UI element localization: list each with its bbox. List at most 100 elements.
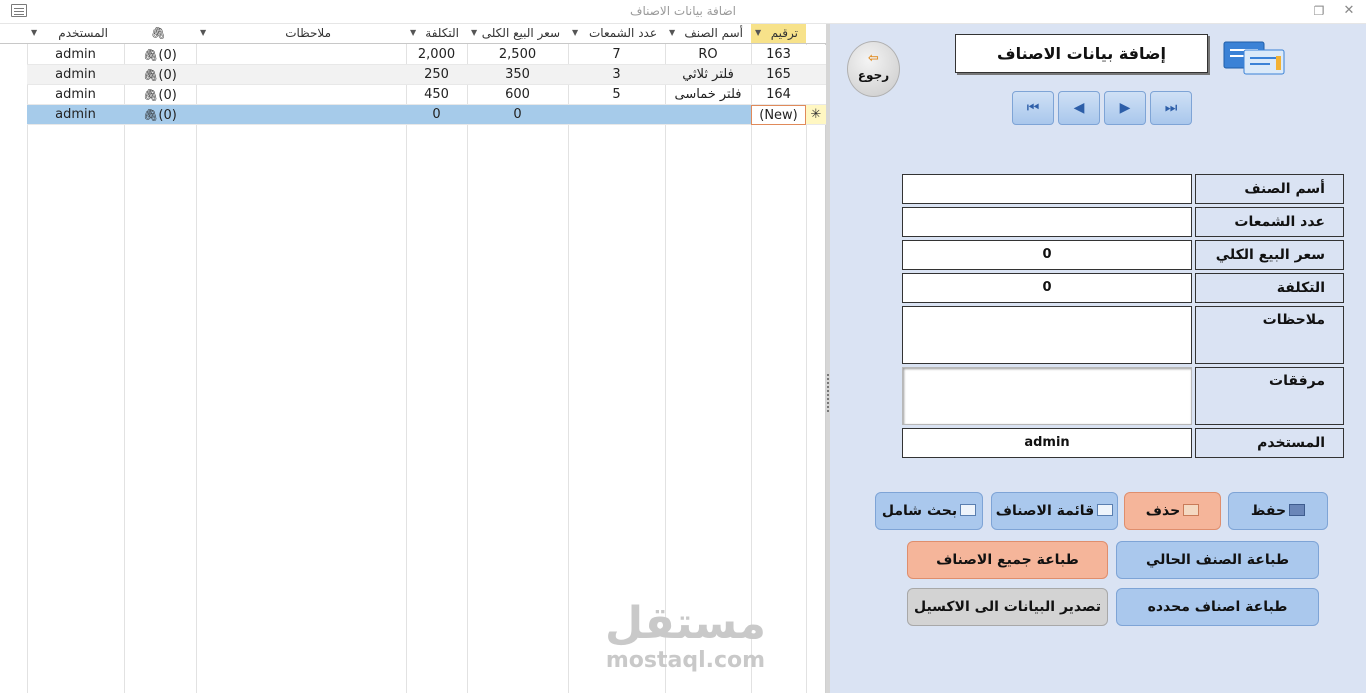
print-selected-button[interactable]: طباعة اصناف محدده xyxy=(1116,588,1319,626)
previous-record-button[interactable]: ◀ xyxy=(1058,91,1100,125)
column-header-user[interactable]: المستخدم ▼ xyxy=(27,24,124,44)
paperclip-icon: 🖇 xyxy=(150,26,166,40)
table-cell-candles[interactable]: 3 xyxy=(568,65,665,85)
window-titlebar: اضافة بيانات الاصناف ❐ ✕ xyxy=(0,0,1366,24)
previous-record-icon: ◀ xyxy=(1073,100,1085,116)
table-cell-user[interactable]: admin xyxy=(27,45,124,65)
form-icon xyxy=(960,504,977,516)
field-label-price: سعر البيع الكلي xyxy=(1195,240,1344,270)
table-cell-candles[interactable]: 7 xyxy=(568,45,665,65)
print-all-button[interactable]: طباعة جميع الاصناف xyxy=(907,541,1108,579)
column-header-candles[interactable]: عدد الشمعات ▼ xyxy=(568,24,665,44)
form-logo-icon xyxy=(1223,41,1285,75)
last-record-button[interactable]: ⏭ xyxy=(1150,91,1192,125)
back-arrow-icon: ⇦ xyxy=(868,51,879,66)
table-cell-attachments[interactable]: 🖇(0) xyxy=(124,65,196,85)
column-header-cost[interactable]: التكلفة ▼ xyxy=(406,24,467,44)
user-input[interactable]: admin xyxy=(902,428,1192,458)
record-selector[interactable] xyxy=(806,65,826,85)
field-label-user: المستخدم xyxy=(1195,428,1344,458)
field-label-candles: عدد الشمعات xyxy=(1195,207,1344,237)
table-cell-cost[interactable]: 450 xyxy=(406,85,467,105)
table-cell-id-new[interactable]: (New) xyxy=(751,105,806,125)
column-header-name[interactable]: أسم الصنف ▼ xyxy=(665,24,751,44)
dropdown-arrow-icon: ▼ xyxy=(410,28,417,37)
candles-input[interactable] xyxy=(902,207,1192,237)
paperclip-icon: 🖇 xyxy=(143,68,159,82)
watermark: مستقل mostaql.com xyxy=(605,598,766,674)
table-cell-candles[interactable]: 5 xyxy=(568,85,665,105)
table-cell-id[interactable]: 164 xyxy=(751,85,806,105)
restore-icon[interactable]: ❐ xyxy=(1312,4,1326,18)
form-title: إضافة بيانات الاصناف xyxy=(955,34,1208,73)
table-cell-user[interactable]: admin xyxy=(27,65,124,85)
field-label-notes: ملاحظات xyxy=(1195,306,1344,364)
paperclip-icon: 🖇 xyxy=(143,88,159,102)
price-input[interactable]: 0 xyxy=(902,240,1192,270)
window-title: اضافة بيانات الاصناف xyxy=(630,4,736,18)
first-record-button[interactable]: ⏮ xyxy=(1012,91,1054,125)
dropdown-arrow-icon: ▼ xyxy=(31,28,38,37)
delete-icon xyxy=(1183,504,1200,516)
close-icon[interactable]: ✕ xyxy=(1342,4,1356,18)
form-icon xyxy=(1097,504,1114,516)
column-header-price[interactable]: سعر البيع الكلى ▼ xyxy=(467,24,568,44)
table-cell-price[interactable]: 350 xyxy=(467,65,568,85)
dropdown-arrow-icon: ▼ xyxy=(572,28,579,37)
table-cell-name[interactable]: RO xyxy=(665,45,751,65)
select-all-corner[interactable] xyxy=(806,24,826,44)
table-cell-name[interactable]: فلتر ثلاثي xyxy=(665,65,751,85)
header-spacer xyxy=(0,24,27,44)
print-current-button[interactable]: طباعة الصنف الحالي xyxy=(1116,541,1319,579)
table-cell-attachments-new[interactable]: 🖇(0) xyxy=(124,105,196,125)
delete-button[interactable]: حذف xyxy=(1124,492,1221,530)
save-icon xyxy=(1289,504,1306,516)
table-cell-user-new[interactable]: admin xyxy=(27,105,124,125)
record-selector[interactable] xyxy=(806,45,826,65)
next-record-icon: ▶ xyxy=(1119,100,1131,116)
item-form: ⇦ رجوع إضافة بيانات الاصناف ⏮ ◀ ▶ ⏭ أسم … xyxy=(830,24,1366,693)
column-header-attachments[interactable]: 🖇 xyxy=(124,24,196,44)
new-record-icon[interactable]: ✳ xyxy=(806,105,826,125)
paperclip-icon: 🖇 xyxy=(143,48,159,62)
dropdown-arrow-icon: ▼ xyxy=(669,28,676,37)
table-cell-id[interactable]: 163 xyxy=(751,45,806,65)
table-cell-id[interactable]: 165 xyxy=(751,65,806,85)
grip-icon xyxy=(827,374,829,414)
notes-input[interactable] xyxy=(902,306,1192,364)
cost-input[interactable]: 0 xyxy=(902,273,1192,303)
column-header-id[interactable]: ترقيم ▼ xyxy=(751,24,806,44)
table-cell-cost-new[interactable]: 0 xyxy=(406,105,467,125)
items-list-button[interactable]: قائمة الاصناف xyxy=(991,492,1118,530)
table-cell-price[interactable]: 600 xyxy=(467,85,568,105)
column-header-notes[interactable]: ملاحظات ▼ xyxy=(196,24,406,44)
table-cell-notes[interactable] xyxy=(196,85,406,105)
dropdown-arrow-icon: ▼ xyxy=(471,28,478,37)
field-label-name: أسم الصنف xyxy=(1195,174,1344,204)
export-excel-button[interactable]: تصدير البيانات الى الاكسيل xyxy=(907,588,1108,626)
record-selector[interactable] xyxy=(806,85,826,105)
attachments-field[interactable] xyxy=(902,367,1192,425)
table-cell-notes[interactable] xyxy=(196,45,406,65)
first-record-icon: ⏮ xyxy=(1026,100,1040,116)
table-cell-cost[interactable]: 250 xyxy=(406,65,467,85)
back-button[interactable]: ⇦ رجوع xyxy=(847,41,900,97)
search-button[interactable]: بحث شامل xyxy=(875,492,983,530)
last-record-icon: ⏭ xyxy=(1164,100,1178,116)
field-label-attachments: مرفقات xyxy=(1195,367,1344,425)
datasheet-grid: ترقيم ▼ أسم الصنف ▼ عدد الشمعات ▼ سعر البيع… xyxy=(0,24,826,693)
table-cell-attachments[interactable]: 🖇(0) xyxy=(124,85,196,105)
table-cell-notes[interactable] xyxy=(196,65,406,85)
name-input[interactable] xyxy=(902,174,1192,204)
table-cell-name[interactable]: فلتر خماسى xyxy=(665,85,751,105)
next-record-button[interactable]: ▶ xyxy=(1104,91,1146,125)
table-cell-price[interactable]: 2,500 xyxy=(467,45,568,65)
table-cell-user[interactable]: admin xyxy=(27,85,124,105)
table-cell-attachments[interactable]: 🖇(0) xyxy=(124,45,196,65)
table-cell-cost[interactable]: 2,000 xyxy=(406,45,467,65)
paperclip-icon: 🖇 xyxy=(143,108,159,122)
table-cell-price-new[interactable]: 0 xyxy=(467,105,568,125)
dropdown-arrow-icon: ▼ xyxy=(755,28,762,37)
save-button[interactable]: حفظ xyxy=(1228,492,1328,530)
field-label-cost: التكلفة xyxy=(1195,273,1344,303)
